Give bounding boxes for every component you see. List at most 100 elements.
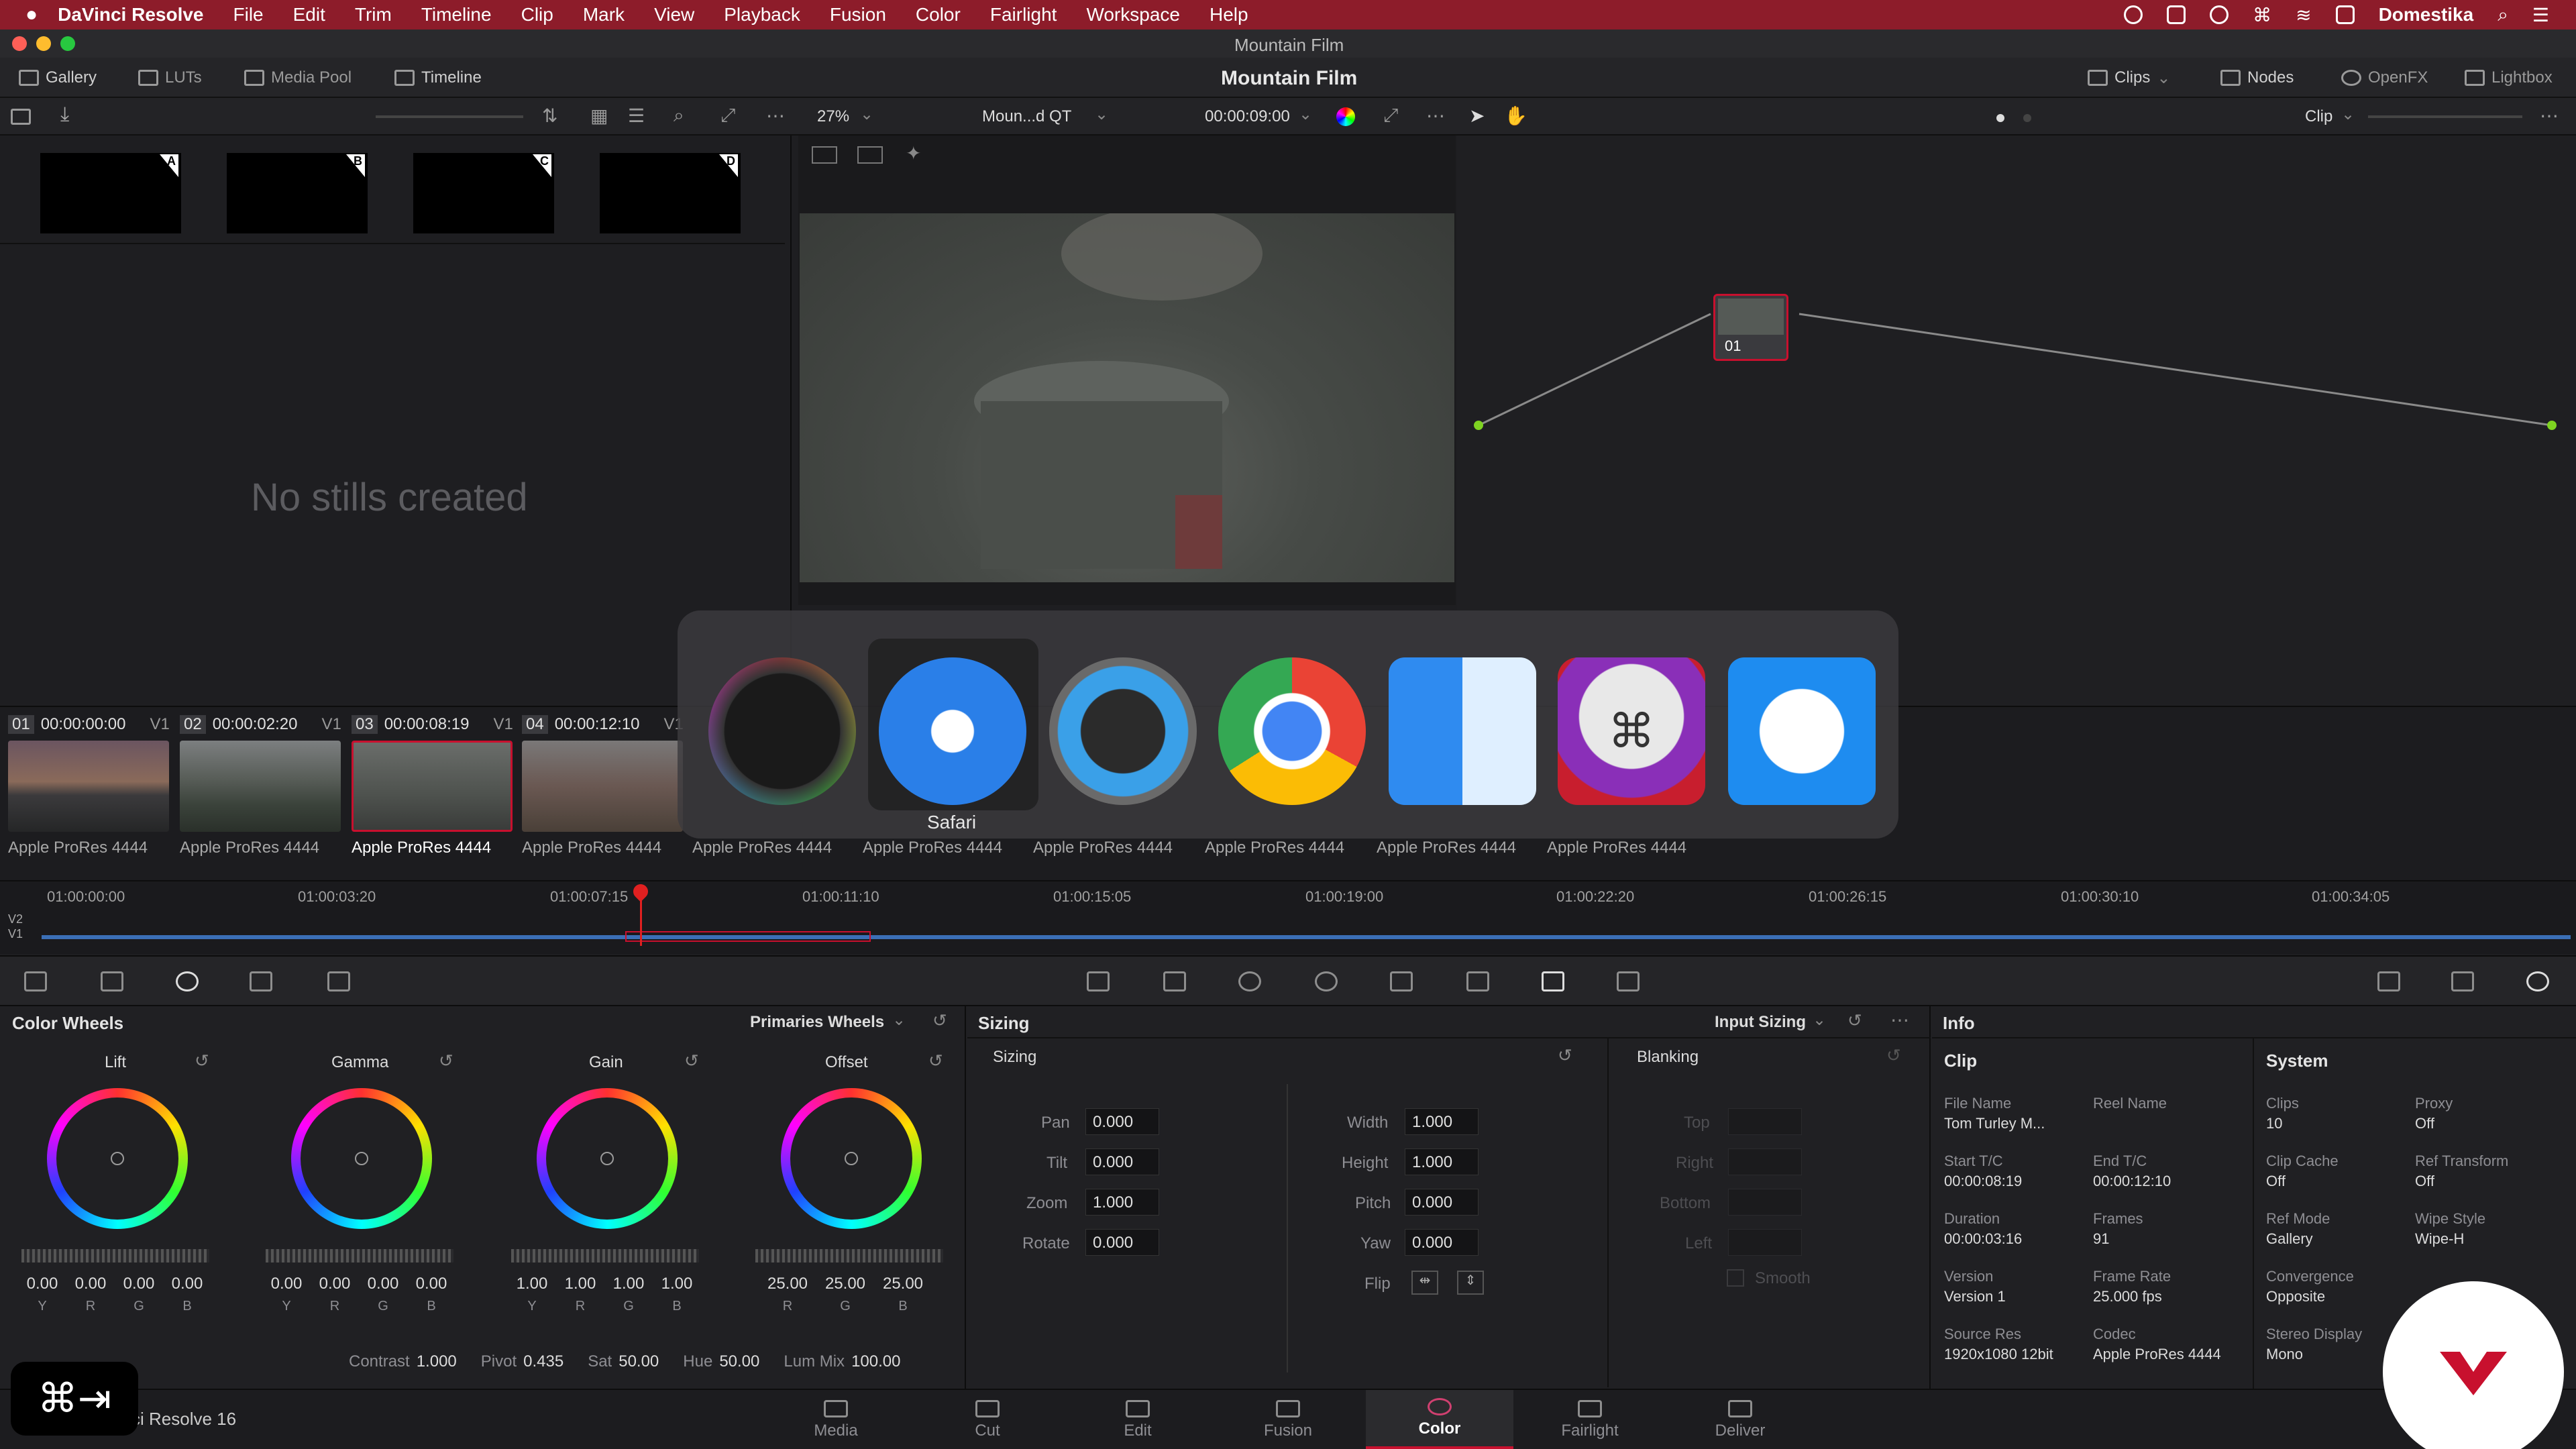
value-g[interactable]: 0.00 xyxy=(362,1275,404,1293)
value-b[interactable]: 0.00 xyxy=(411,1275,452,1293)
zoom-window-button[interactable] xyxy=(60,36,75,51)
chevron-down-icon[interactable]: ⌄ xyxy=(2341,105,2355,124)
spotlight-icon[interactable]: ⌕ xyxy=(2498,4,2508,26)
reset-icon[interactable]: ↺ xyxy=(439,1051,453,1071)
master-wheel-slider[interactable] xyxy=(21,1249,209,1263)
blank-right-field[interactable] xyxy=(1728,1148,1802,1175)
viewer-tool-icon[interactable] xyxy=(857,146,883,164)
reset-icon[interactable]: ↺ xyxy=(1886,1045,1901,1066)
tracker-icon[interactable] xyxy=(1315,971,1338,991)
scopes-icon[interactable] xyxy=(2451,971,2474,991)
timeline-button[interactable]: Timeline xyxy=(394,58,482,98)
search-icon[interactable]: ⌕ xyxy=(674,105,684,127)
nodes-button[interactable]: Nodes xyxy=(2220,58,2294,98)
chevron-down-icon[interactable]: ⌄ xyxy=(1095,105,1108,124)
viewer-timecode[interactable]: 00:00:09:00 xyxy=(1205,107,1290,126)
reset-icon[interactable]: ↺ xyxy=(932,1010,947,1031)
keyframes-icon[interactable] xyxy=(2377,971,2400,991)
node-zoom-slider[interactable] xyxy=(2368,115,2522,118)
menu-app[interactable]: DaVinci Resolve xyxy=(58,4,203,25)
viewer-clip-name[interactable]: Moun...d QT xyxy=(982,107,1071,126)
pivot-value[interactable]: 0.435 xyxy=(523,1352,564,1371)
page-tab-cut[interactable]: Cut xyxy=(920,1390,1055,1449)
value-b[interactable]: 1.00 xyxy=(656,1275,698,1293)
master-wheel-slider[interactable] xyxy=(755,1249,943,1263)
flip-vertical-button[interactable]: ⇕ xyxy=(1457,1271,1484,1295)
lummix-value[interactable]: 100.00 xyxy=(851,1352,900,1371)
openfx-button[interactable]: OpenFX xyxy=(2341,58,2428,98)
reset-icon[interactable]: ↺ xyxy=(928,1051,943,1071)
reset-icon[interactable]: ↺ xyxy=(1847,1010,1862,1031)
chrome-icon[interactable] xyxy=(1218,657,1366,805)
fullscreen-icon[interactable]: ⤢ xyxy=(1383,105,1398,127)
value-r[interactable]: 0.00 xyxy=(314,1275,356,1293)
smooth-checkbox[interactable] xyxy=(1727,1269,1744,1287)
color-wheel[interactable] xyxy=(291,1088,432,1229)
keyboard-icon[interactable]: ⌘ xyxy=(2253,4,2271,26)
gallery-button[interactable]: Gallery xyxy=(19,58,97,98)
value-r[interactable]: 1.00 xyxy=(559,1275,601,1293)
sizing-icon[interactable] xyxy=(1542,971,1564,991)
clip-thumbnail-selected[interactable] xyxy=(352,741,513,832)
thumb-size-slider[interactable] xyxy=(376,115,523,118)
menu-help[interactable]: Help xyxy=(1210,4,1248,25)
page-tab-deliver[interactable]: Deliver xyxy=(1673,1390,1807,1449)
sort-icon[interactable]: ⇅ xyxy=(542,105,557,127)
reset-icon[interactable]: ↺ xyxy=(684,1051,699,1071)
pan-field[interactable]: 0.000 xyxy=(1085,1108,1159,1135)
luts-button[interactable]: LUTs xyxy=(138,58,202,98)
lightbox-button[interactable]: Lightbox xyxy=(2465,58,2553,98)
menu-color[interactable]: Color xyxy=(916,4,961,25)
master-wheel-slider[interactable] xyxy=(511,1249,699,1263)
menubar-user[interactable]: Domestika xyxy=(2379,4,2474,25)
menu-fusion[interactable]: Fusion xyxy=(830,4,886,25)
menu-clip[interactable]: Clip xyxy=(521,4,553,25)
close-window-button[interactable] xyxy=(12,36,27,51)
screen-icon[interactable] xyxy=(2167,5,2186,24)
value-g[interactable]: 0.00 xyxy=(118,1275,160,1293)
sidebar-toggle-icon[interactable] xyxy=(11,109,31,125)
grid-view-icon[interactable]: ▦ xyxy=(590,105,608,127)
wheel-center-handle[interactable] xyxy=(111,1152,124,1165)
still-slot[interactable]: C xyxy=(413,153,554,233)
viewer-zoom[interactable]: 27% xyxy=(817,107,849,126)
color-match-icon[interactable] xyxy=(101,971,123,991)
wifi-icon[interactable]: ≋ xyxy=(2296,4,2311,26)
expand-icon[interactable]: ⤢ xyxy=(720,105,735,127)
pitch-field[interactable]: 0.000 xyxy=(1405,1189,1479,1216)
value-r[interactable]: 25.00 xyxy=(761,1275,814,1293)
still-slot[interactable]: D xyxy=(600,153,741,233)
sizing-mode-select[interactable]: Input Sizing xyxy=(1715,1013,1806,1032)
magic-wand-icon[interactable]: ✦ xyxy=(906,142,921,164)
reset-icon[interactable]: ↺ xyxy=(1558,1045,1572,1066)
qualifier-icon[interactable] xyxy=(1163,971,1186,991)
mini-timeline[interactable]: 01:00:00:00 01:00:03:20 01:00:07:15 01:0… xyxy=(0,880,2576,954)
hue-value[interactable]: 50.00 xyxy=(719,1352,759,1371)
menu-playback[interactable]: Playback xyxy=(724,4,800,25)
viewer-options-icon[interactable]: ⋯ xyxy=(1426,105,1445,127)
node-01[interactable]: 01 xyxy=(1713,294,1788,361)
flip-horizontal-button[interactable]: ⇹ xyxy=(1411,1271,1438,1295)
record-icon[interactable] xyxy=(2124,5,2143,24)
zoom-field[interactable]: 1.000 xyxy=(1085,1189,1159,1216)
blank-bottom-field[interactable] xyxy=(1728,1189,1802,1216)
key-icon[interactable] xyxy=(1466,971,1489,991)
page-tab-edit[interactable]: Edit xyxy=(1071,1390,1205,1449)
chevron-down-icon[interactable]: ⌄ xyxy=(892,1010,906,1030)
page-dot[interactable] xyxy=(2023,114,2031,122)
safari-icon[interactable] xyxy=(879,657,1026,805)
window-icon[interactable] xyxy=(1238,971,1261,991)
color-wheel[interactable] xyxy=(537,1088,678,1229)
import-still-icon[interactable]: ⤓ xyxy=(60,103,69,126)
value-y[interactable]: 0.00 xyxy=(266,1275,307,1293)
menu-workspace[interactable]: Workspace xyxy=(1086,4,1180,25)
clips-button[interactable]: Clips ⌄ xyxy=(2088,58,2170,98)
list-view-icon[interactable]: ☰ xyxy=(628,105,645,127)
contrast-value[interactable]: 1.000 xyxy=(417,1352,457,1371)
blur-icon[interactable] xyxy=(1390,971,1413,991)
hand-tool-icon[interactable]: ✋ xyxy=(1504,105,1527,127)
width-field[interactable]: 1.000 xyxy=(1405,1108,1479,1135)
value-y[interactable]: 0.00 xyxy=(21,1275,63,1293)
still-slot[interactable]: A xyxy=(40,153,181,233)
value-g[interactable]: 25.00 xyxy=(818,1275,872,1293)
